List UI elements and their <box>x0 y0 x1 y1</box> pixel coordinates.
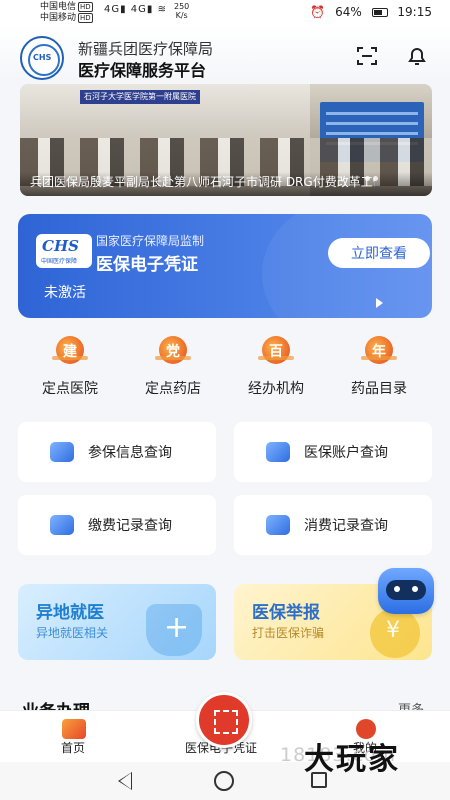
watermark: 18183.com 大玩家 <box>278 732 430 777</box>
badge-glyph: 年 <box>372 344 386 360</box>
promo-title: 异地就医 <box>36 603 104 623</box>
quick-link-agency[interactable]: 百 经办机构 <box>226 336 326 398</box>
payment-record-query-button[interactable]: 缴费记录查询 <box>18 495 216 555</box>
chs-logo-text: CHS <box>42 237 79 255</box>
consume-record-icon <box>266 515 290 535</box>
promo-subtitle: 打击医保诈骗 <box>252 626 325 640</box>
chs-logo-sub: 中国医疗保障 <box>41 258 78 265</box>
heart-card-icon <box>50 442 74 462</box>
quick-link-label: 定点药店 <box>145 381 201 397</box>
coin-icon <box>370 608 420 658</box>
promo-title: 医保举报 <box>252 603 320 623</box>
service-label: 缴费记录查询 <box>88 518 172 534</box>
payment-check-icon <box>50 515 74 535</box>
badge-icon: 年 <box>361 336 397 364</box>
status-right: ⏰ 64% 19:15 <box>304 5 432 19</box>
badge-icon: 建 <box>52 336 88 364</box>
robot-assistant-icon[interactable] <box>378 568 434 614</box>
remote-medical-card[interactable]: 异地就医 异地就医相关 <box>18 584 216 660</box>
quick-link-label: 药品目录 <box>351 381 407 397</box>
promo-subtitle: 异地就医相关 <box>36 626 109 640</box>
bell-icon[interactable] <box>405 44 429 68</box>
status-bar: 中国电信 HD 中国移动 HD 4G▮ 4G▮ ≋ 250 K/s ⏰ 64% 19… <box>0 0 450 26</box>
badge-glyph: 党 <box>166 344 180 360</box>
account-query-button[interactable]: 医保账户查询 <box>234 422 432 482</box>
news-banner[interactable]: 石河子大学医学院第一附属医院 兵团医保局殷麦平副局长赴第八师石河子市调研 DRG… <box>20 84 432 196</box>
service-label: 医保账户查询 <box>304 445 388 461</box>
account-card-icon <box>266 442 290 462</box>
service-label: 消费记录查询 <box>304 518 388 534</box>
org-name: 新疆兵团医疗保障局 <box>78 40 214 58</box>
org-logo-icon <box>20 36 64 80</box>
chs-logo-icon: CHS 中国医疗保障 <box>36 234 92 268</box>
app-header: 新疆兵团医疗保障局 医疗保障服务平台 <box>0 26 450 82</box>
battery-icon <box>371 8 388 17</box>
qr-code-icon[interactable] <box>196 692 252 748</box>
banner-sign: 石河子大学医学院第一附属医院 <box>80 90 200 104</box>
quick-link-hospital[interactable]: 建 定点医院 <box>20 336 120 398</box>
carrier-info: 中国电信 HD 中国移动 HD <box>40 2 93 24</box>
back-icon[interactable] <box>118 772 132 790</box>
hd-badge: HD <box>78 2 93 12</box>
platform-name: 医疗保障服务平台 <box>78 61 207 80</box>
insurance-info-query-button[interactable]: 参保信息查询 <box>18 422 216 482</box>
badge-glyph: 百 <box>269 344 283 360</box>
ecard-status: 未激活 <box>44 285 86 301</box>
signal-icon: 4G▮ 4G▮ ≋ <box>104 4 167 15</box>
carrier1-label: 中国电信 <box>40 2 77 12</box>
play-icon[interactable] <box>376 298 383 308</box>
quick-link-drug-catalog[interactable]: 年 药品目录 <box>329 336 429 398</box>
carrier2-label: 中国移动 <box>40 13 77 23</box>
view-now-button[interactable]: 立即查看 <box>328 238 430 268</box>
scan-icon[interactable] <box>355 44 379 68</box>
quick-link-label: 定点医院 <box>42 381 98 397</box>
service-label: 参保信息查询 <box>88 445 172 461</box>
badge-glyph: 建 <box>63 344 77 360</box>
badge-icon: 党 <box>155 336 191 364</box>
net-speed-unit: K/s <box>175 11 188 20</box>
home-circle-icon[interactable] <box>214 771 234 791</box>
clock: 19:15 <box>397 5 432 19</box>
quick-links: 建 定点医院 党 定点药店 百 经办机构 年 药品目录 <box>20 336 430 406</box>
battery-percent: 64% <box>335 5 362 19</box>
hd-badge-2: HD <box>78 13 93 23</box>
tab-home[interactable]: 首页 <box>28 717 118 756</box>
home-icon <box>62 719 86 739</box>
net-speed: 250 K/s <box>174 2 189 20</box>
shield-icon <box>146 604 202 656</box>
tab-label: 首页 <box>60 741 85 755</box>
banner-caption: 兵团医保局殷麦平副局长赴第八师石河子市调研 DRG付费改革工作 <box>30 175 375 189</box>
badge-icon: 百 <box>258 336 294 364</box>
quick-link-label: 经办机构 <box>248 381 304 397</box>
ecard-title: 医保电子凭证 <box>96 255 198 275</box>
ecard-panel[interactable]: CHS 中国医疗保障 国家医疗保障局监制 医保电子凭证 未激活 立即查看 <box>18 214 432 318</box>
quick-link-pharmacy[interactable]: 党 定点药店 <box>123 336 223 398</box>
ecard-subtitle: 国家医疗保障局监制 <box>96 234 205 248</box>
watermark-fg-text: 大玩家 <box>304 742 400 777</box>
carousel-dots <box>362 166 378 185</box>
consume-record-query-button[interactable]: 消费记录查询 <box>234 495 432 555</box>
alarm-icon: ⏰ <box>310 5 326 19</box>
net-speed-value: 250 <box>174 2 190 11</box>
